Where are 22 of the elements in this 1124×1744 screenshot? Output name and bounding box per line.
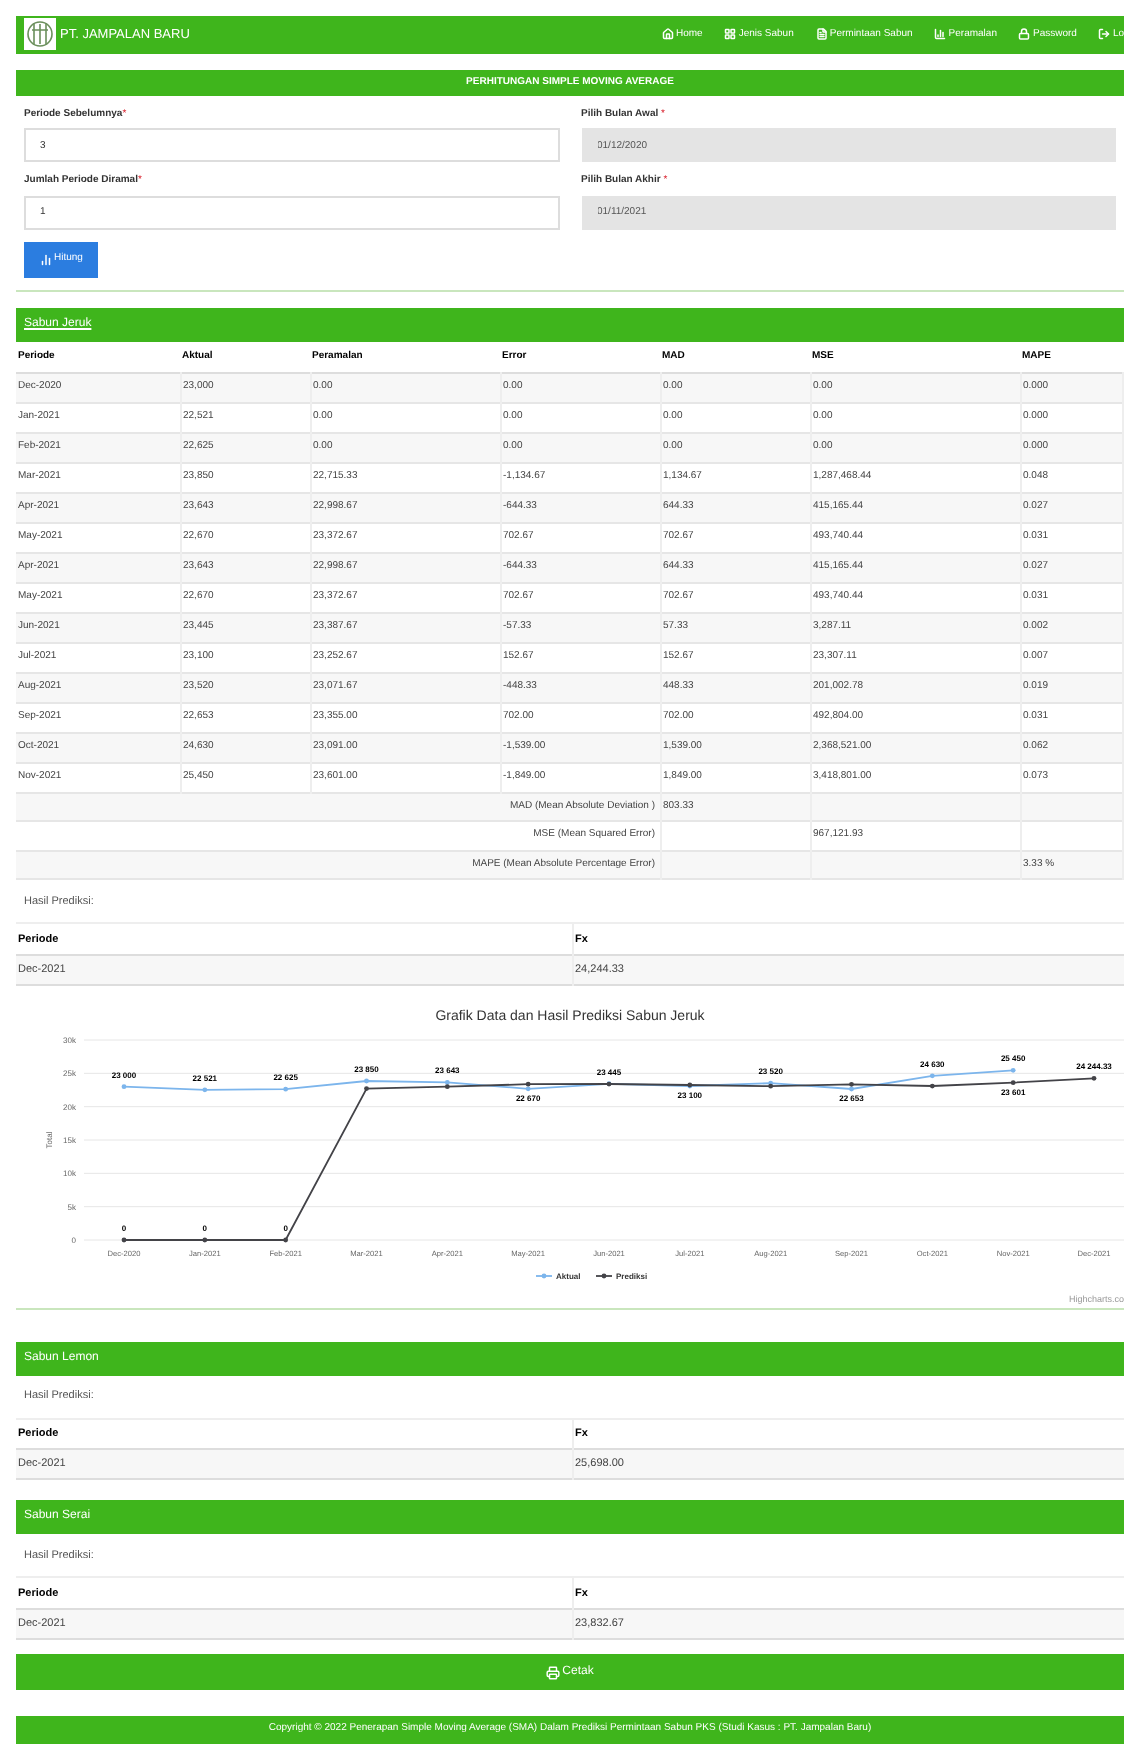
- data-point: [929, 1083, 935, 1089]
- data-point: [687, 1082, 693, 1088]
- data-point: [606, 1081, 612, 1087]
- data-point: [202, 1087, 208, 1093]
- data-point: [929, 1073, 935, 1079]
- printer-icon: [546, 1665, 561, 1680]
- bar-chart-icon: [40, 253, 52, 266]
- logout-icon: [1098, 28, 1111, 41]
- logo-icon: [24, 18, 56, 51]
- data-point: [202, 1237, 208, 1243]
- data-point: [121, 1084, 127, 1089]
- data-point: [283, 1086, 289, 1092]
- data-point: [283, 1237, 289, 1243]
- home-icon: [662, 28, 674, 41]
- data-point: [1010, 1080, 1016, 1085]
- data-point: [121, 1237, 127, 1243]
- bar-chart-icon: [934, 28, 947, 41]
- data-point: [1010, 1067, 1016, 1073]
- data-point: [1091, 1075, 1097, 1081]
- lock-icon: [1018, 28, 1031, 41]
- document-icon: [815, 28, 828, 41]
- grid-icon: [724, 28, 737, 41]
